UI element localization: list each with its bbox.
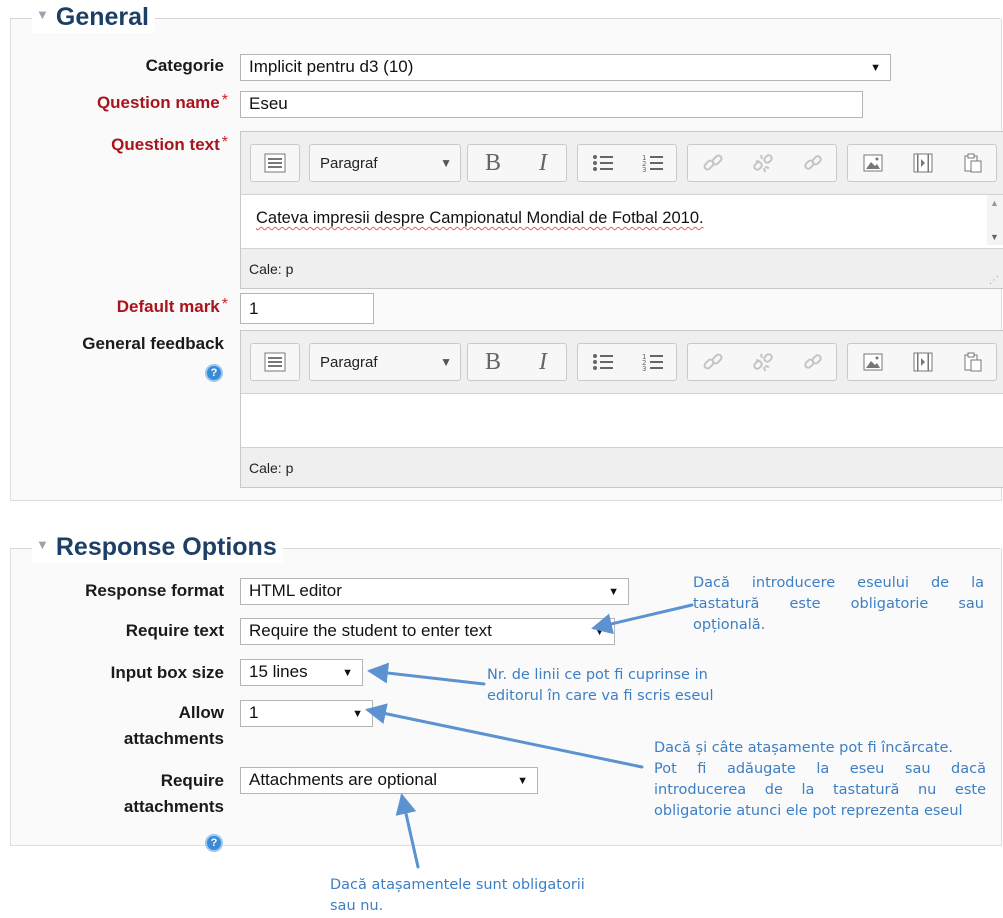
require-attachments-note: Dacă atașamentele sunt obligatorii sau n… [330, 877, 585, 914]
require-text-arrow [591, 603, 694, 635]
input-box-size-note: Nr. de linii ce pot fi cuprinse in edito… [487, 667, 714, 704]
input-box-size-arrow [367, 662, 486, 686]
attachments-note: Dacă și câte atașamente pot fi încărcate… [654, 740, 986, 819]
require-text-note: Dacă introducere eseului de la tastatură… [693, 575, 984, 633]
allow-attachments-arrow [365, 703, 644, 769]
require-attachments-arrow [395, 793, 420, 869]
